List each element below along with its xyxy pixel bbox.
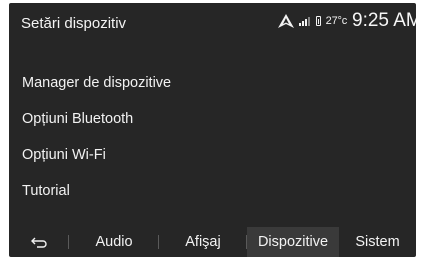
temperature-readout: 27°c [325, 15, 348, 27]
menu-item-wifi-options[interactable]: Opțiuni Wi-Fi [9, 137, 416, 173]
tab-devices[interactable]: Dispozitive [247, 227, 339, 257]
clock: 9:25 AM [352, 10, 416, 31]
tab-system[interactable]: Sistem [339, 227, 416, 257]
tab-display[interactable]: Afişaj [159, 227, 247, 257]
back-button[interactable] [9, 227, 69, 257]
settings-menu: Manager de dispozitive Opțiuni Bluetooth… [9, 65, 416, 209]
battery-icon [315, 16, 321, 26]
menu-item-tutorial[interactable]: Tutorial [9, 173, 416, 209]
menu-item-device-manager[interactable]: Manager de dispozitive [9, 65, 416, 101]
status-bar: 27°c 9:25 AM [273, 9, 416, 33]
tab-audio[interactable]: Audio [69, 227, 159, 257]
back-arrow-icon [31, 237, 47, 248]
bottom-tab-bar: Audio Afişaj Dispozitive Sistem [9, 227, 416, 257]
signal-icon [298, 16, 311, 26]
menu-item-bluetooth-options[interactable]: Opțiuni Bluetooth [9, 101, 416, 137]
navigation-logo-icon [277, 14, 294, 28]
device-settings-screen: Setări dispozitiv 27°c 9:25 AM Manager d… [9, 3, 416, 257]
header-bar: Setări dispozitiv 27°c 9:25 AM [9, 3, 416, 41]
page-title: Setări dispozitiv [21, 15, 127, 32]
